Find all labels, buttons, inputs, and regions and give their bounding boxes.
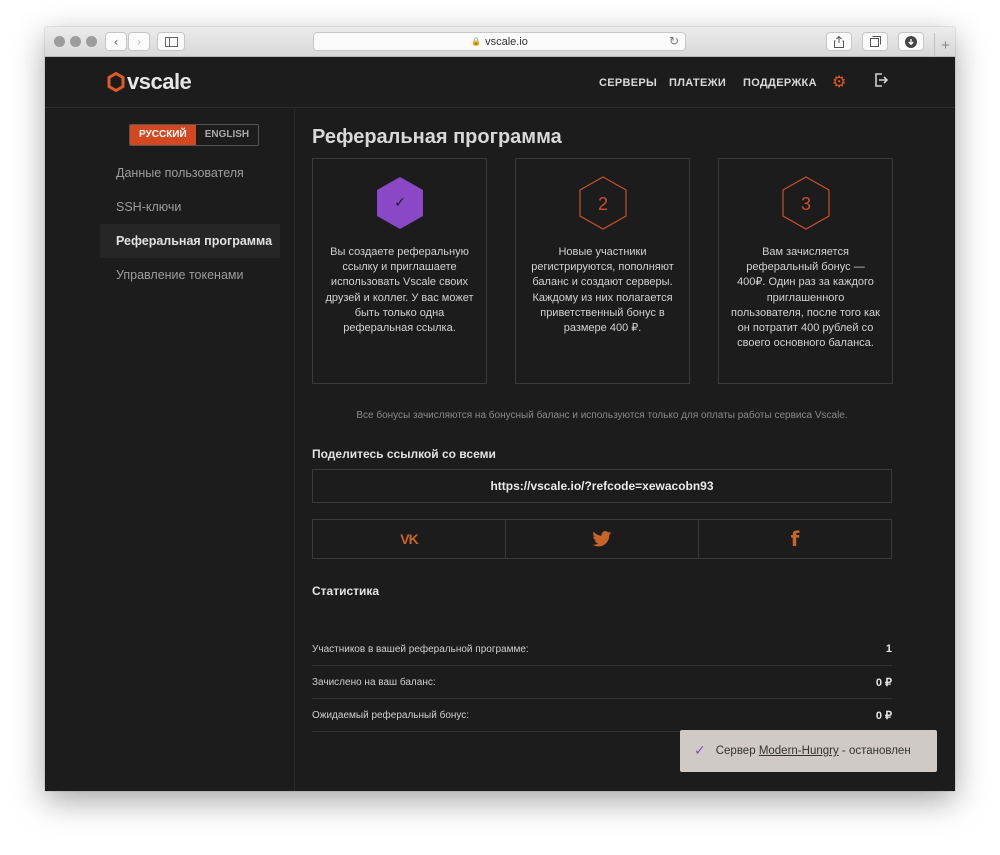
address-bar[interactable]: 🔒 vscale.io ↻: [313, 32, 686, 51]
gear-icon[interactable]: ⚙: [832, 72, 846, 91]
facebook-share-button[interactable]: f: [698, 520, 891, 558]
check-icon: ✓: [694, 743, 706, 759]
step-text-1: Вы создаете реферальную ссылку и приглаш…: [325, 246, 474, 335]
sidebar-item-user-data[interactable]: Данные пользователя: [100, 156, 280, 190]
logo-text: vscale: [127, 69, 192, 94]
vk-share-button[interactable]: VK: [313, 520, 505, 558]
hexagon-two-icon: 2: [579, 176, 627, 230]
nav-payments[interactable]: ПЛАТЕЖИ: [669, 77, 726, 89]
logout-icon[interactable]: [874, 73, 889, 92]
share-title: Поделитесь ссылкой со всеми: [312, 447, 496, 461]
nav-support[interactable]: ПОДДЕРЖКА: [743, 77, 817, 89]
stat-label: Ожидаемый реферальный бонус:: [312, 709, 470, 721]
sidebar-icon: [164, 36, 178, 47]
browser-toolbar: ‹ › 🔒 vscale.io ↻ +: [45, 27, 955, 57]
hexagon-three-icon: 3: [782, 176, 830, 230]
chevron-right-icon: ›: [136, 34, 142, 49]
url-text: vscale.io: [485, 35, 528, 48]
sidebar-item-ssh-keys[interactable]: SSH-ключи: [100, 190, 280, 224]
back-button[interactable]: ‹: [105, 32, 127, 51]
twitter-icon: [592, 531, 612, 547]
new-tab-button[interactable]: +: [934, 33, 955, 57]
step-card-1: ✓ Вы создаете реферальную ссылку и пригл…: [312, 158, 487, 384]
sidebar: РУССКИЙ ENGLISH Данные пользователя SSH-…: [45, 109, 295, 791]
toast-server-link[interactable]: Modern-Hungry: [759, 745, 839, 757]
forward-button[interactable]: ›: [128, 32, 150, 51]
step-card-2: 2 Новые участники регистрируются, пополн…: [515, 158, 690, 384]
plus-icon: +: [941, 36, 950, 54]
downloads-button[interactable]: [898, 32, 924, 51]
stat-label: Участников в вашей реферальной программе…: [312, 643, 529, 655]
reload-icon[interactable]: ↻: [669, 34, 679, 48]
step-badge-2: 2: [598, 194, 608, 214]
toast-suffix: - остановлен: [841, 745, 911, 757]
notification-toast[interactable]: ✓ Сервер Modern-Hungry - остановлен: [680, 730, 937, 772]
zoom-window-button[interactable]: [86, 36, 97, 47]
social-share-bar: VK f: [312, 519, 892, 559]
close-window-button[interactable]: [54, 36, 65, 47]
lang-en-button[interactable]: ENGLISH: [196, 125, 258, 145]
twitter-share-button[interactable]: [505, 520, 698, 558]
logo[interactable]: vscale: [107, 69, 192, 95]
referral-link[interactable]: https://vscale.io/?refcode=xewacobn93: [312, 469, 892, 503]
step-badge-3: 3: [801, 194, 811, 214]
main-content: Реферальная программа ✓ Вы создаете рефе…: [296, 109, 955, 791]
share-icon: [834, 35, 844, 48]
stat-label: Зачислено на ваш баланс:: [312, 676, 436, 688]
lang-ru-button[interactable]: РУССКИЙ: [130, 125, 196, 145]
bonus-note: Все бонусы зачисляются на бонусный балан…: [356, 410, 848, 421]
stat-value: 0 ₽: [875, 676, 892, 689]
page-title: Реферальная программа: [312, 126, 562, 148]
step-card-3: 3 Вам зачисляется реферальный бонус — 40…: [718, 158, 893, 384]
stat-row-credited: Зачислено на ваш баланс: 0 ₽: [312, 666, 892, 699]
sidebar-item-referral[interactable]: Реферальная программа: [100, 224, 280, 258]
stat-row-participants: Участников в вашей реферальной программе…: [312, 633, 892, 666]
tabs-icon: [869, 36, 881, 47]
vk-icon: VK: [400, 531, 418, 547]
tabs-overview-button[interactable]: [862, 32, 888, 51]
stat-row-expected: Ожидаемый реферальный бонус: 0 ₽: [312, 699, 892, 732]
minimize-window-button[interactable]: [70, 36, 81, 47]
step-badge-1: ✓: [394, 195, 406, 211]
sidebar-item-tokens[interactable]: Управление токенами: [100, 258, 280, 292]
share-button[interactable]: [826, 32, 852, 51]
language-switcher: РУССКИЙ ENGLISH: [129, 124, 260, 146]
step-text-2: Новые участники регистрируются, пополняю…: [531, 246, 674, 335]
download-icon: [905, 35, 917, 48]
facebook-icon: f: [790, 527, 800, 551]
site-header: vscale СЕРВЕРЫ ПЛАТЕЖИ ПОДДЕРЖКА ⚙: [45, 57, 955, 108]
step-text-3: Вам зачисляется реферальный бонус — 400₽…: [731, 246, 880, 350]
toast-prefix: Сервер: [715, 745, 756, 757]
nav-servers[interactable]: СЕРВЕРЫ: [599, 77, 657, 89]
stat-value: 0 ₽: [875, 709, 892, 722]
chevron-left-icon: ‹: [113, 34, 119, 49]
stats-title: Статистика: [312, 584, 380, 598]
browser-window: ‹ › 🔒 vscale.io ↻ + vscale СЕРВЕРЫ ПЛАТЕ…: [45, 27, 955, 791]
lock-icon: 🔒: [471, 37, 482, 46]
sidebar-toggle-button[interactable]: [157, 32, 185, 51]
check-hexagon-icon: ✓: [377, 177, 423, 229]
stat-value: 1: [885, 643, 892, 655]
logo-hexagon-icon: [107, 72, 125, 92]
